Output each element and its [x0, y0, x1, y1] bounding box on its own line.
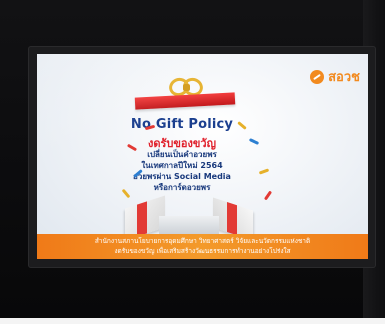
- bottom-banner: สำนักงานสภานโยบายการอุดมศึกษา วิทยาศาสตร…: [37, 234, 368, 259]
- brand-logo: สอวช: [310, 66, 360, 87]
- poster-title: No Gift Policy: [130, 117, 234, 132]
- gift-box-front: [159, 216, 219, 236]
- banner-line: สำนักงานสภานโยบายการอุดมศึกษา วิทยาศาสตร…: [94, 237, 311, 245]
- gift-lid-icon: [134, 92, 236, 110]
- poster-line: เปลี่ยนเป็นคำอวยพร: [147, 150, 217, 159]
- brand-mark-icon: [310, 69, 325, 84]
- poster-line: หรือการ์ดอวยพร: [153, 183, 211, 192]
- banner-line: งดรับของขวัญ เพื่อเสริมสร้างวัฒนธรรมการท…: [114, 247, 291, 255]
- poster-line: อวยพรผ่าน Social Media: [133, 172, 231, 181]
- floor-strip: [0, 318, 385, 324]
- poster-line: ในเทศกาลปีใหม่ 2564: [141, 161, 223, 170]
- gift-bow-icon: [166, 75, 206, 99]
- tv-screen: สอวช No Gift Policy งดรับของขวัญ เปลี่ยน…: [37, 54, 368, 259]
- brand-name: สอวช: [328, 70, 360, 85]
